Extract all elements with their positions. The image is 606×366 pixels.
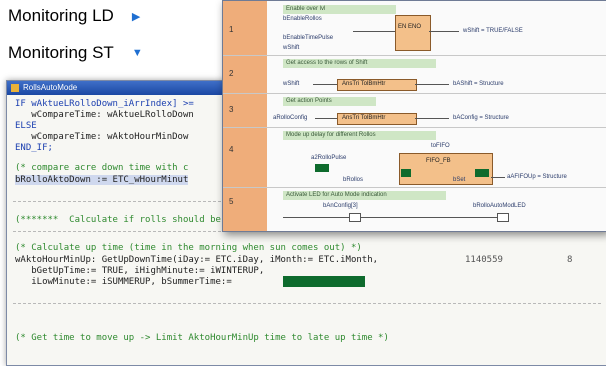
- variable-label: wShift: [283, 45, 300, 51]
- divider: [13, 303, 601, 304]
- variable-label: wShift = TRUE/FALSE: [463, 28, 523, 34]
- network-number: 3: [229, 105, 234, 114]
- network-comment: Activate LED for Auto Mode indication: [283, 191, 446, 200]
- wire: [353, 31, 395, 32]
- variable-label: a2RolloPulse: [311, 155, 347, 161]
- value-highlight: [283, 276, 365, 287]
- wire: [283, 217, 349, 218]
- active-contact: [401, 169, 411, 177]
- active-contact: [475, 169, 489, 177]
- wire: [360, 217, 497, 218]
- fbd-editor-window[interactable]: 1 Enable over lvl bEnableRollos bEnableT…: [222, 0, 606, 232]
- variable-label: bSet: [453, 177, 466, 183]
- block-label: AnsTri TolBmHtr: [342, 81, 386, 87]
- network-comment: Get access to the rows of Shift: [283, 59, 436, 68]
- network-number: 2: [229, 69, 234, 78]
- network-number: 5: [229, 197, 234, 206]
- block-label: AnsTri TolBmHtr: [342, 115, 386, 121]
- wire: [313, 84, 337, 85]
- nav-link-label: Monitoring ST: [8, 43, 114, 62]
- function-block[interactable]: EN ENO: [395, 15, 431, 51]
- code-line: (* Get time to move up -> Limit AktoHour…: [15, 333, 389, 343]
- variable-label: bAnConfig[3]: [323, 203, 358, 209]
- nav-link-label: Monitoring LD: [8, 6, 114, 25]
- code-line: iLowMinute:= iSUMMERUP, bSummerTime:=: [15, 277, 232, 287]
- wire: [429, 31, 459, 32]
- code-line: (* Calculate up time (time in the mornin…: [15, 243, 362, 253]
- code-line: bRolloAktoDown := ETC_wHourMinut: [15, 175, 189, 185]
- wire: [315, 118, 337, 119]
- network-separator: [223, 55, 606, 56]
- variable-label: bEnableRollos: [283, 16, 322, 22]
- network-separator: [223, 93, 606, 94]
- wire: [415, 118, 449, 119]
- code-line: wCompareTime: wAktueLRolloDown: [15, 110, 194, 120]
- coil-symbol: [497, 213, 509, 222]
- nav-link-monitoring-ld[interactable]: Monitoring LD ▶: [8, 6, 140, 26]
- variable-label: bAConfig = Structure: [453, 115, 509, 121]
- variable-label: bRollos: [343, 177, 364, 183]
- window-title: RollsAutoMode: [23, 83, 78, 92]
- network-number: 4: [229, 145, 234, 154]
- arrow-down-icon: ▼: [131, 47, 143, 59]
- code-line: wCompareTime: wAktoHourMinDow: [15, 132, 189, 142]
- network-separator: [223, 187, 606, 188]
- value-readout: 8: [567, 255, 573, 265]
- network-separator: [223, 127, 606, 128]
- code-line: IF wAktueLRolloDown_iArrIndex] >=: [15, 99, 194, 109]
- block-label: EN ENO: [398, 24, 422, 30]
- nav-link-monitoring-st[interactable]: Monitoring ST ▼: [8, 43, 143, 63]
- network-number: 1: [229, 25, 234, 34]
- function-block[interactable]: AnsTri TolBmHtr: [337, 79, 417, 91]
- variable-label: toFIFO: [431, 143, 450, 149]
- arrow-right-icon: ▶: [131, 10, 141, 23]
- block-label: FIFO_FB: [426, 158, 451, 164]
- active-contact: [315, 164, 329, 172]
- code-line: END_IF;: [15, 143, 53, 153]
- variable-label: aRolloConfig: [273, 115, 308, 121]
- window-icon: [11, 84, 19, 92]
- network-comment: Mode up delay for different Rollos: [283, 131, 436, 140]
- code-line: ELSE: [15, 121, 37, 131]
- code-line: bGetUpTime:= TRUE, iHighMinute:= iWINTER…: [15, 266, 265, 276]
- variable-label: bEnableTimePulse: [283, 35, 334, 41]
- wire: [491, 177, 505, 178]
- variable-label: wShift: [283, 81, 300, 87]
- wire: [415, 84, 449, 85]
- variable-label: aAFIFOUp = Structure: [507, 174, 567, 180]
- fbd-canvas[interactable]: 1 Enable over lvl bEnableRollos bEnableT…: [223, 1, 606, 231]
- code-line: (* compare acre down time with c: [15, 163, 189, 173]
- code-line: wAktoHourMinUp: GetUpDownTime(iDay:= ETC…: [15, 255, 379, 265]
- function-block[interactable]: AnsTri TolBmHtr: [337, 113, 417, 125]
- variable-label: bAShift = Structure: [453, 81, 504, 87]
- network-comment: Get action Points: [283, 97, 376, 106]
- variable-label: bRolloAutoModLED: [473, 203, 526, 209]
- value-readout: 1140559: [465, 255, 503, 265]
- network-comment: Enable over lvl: [283, 5, 396, 14]
